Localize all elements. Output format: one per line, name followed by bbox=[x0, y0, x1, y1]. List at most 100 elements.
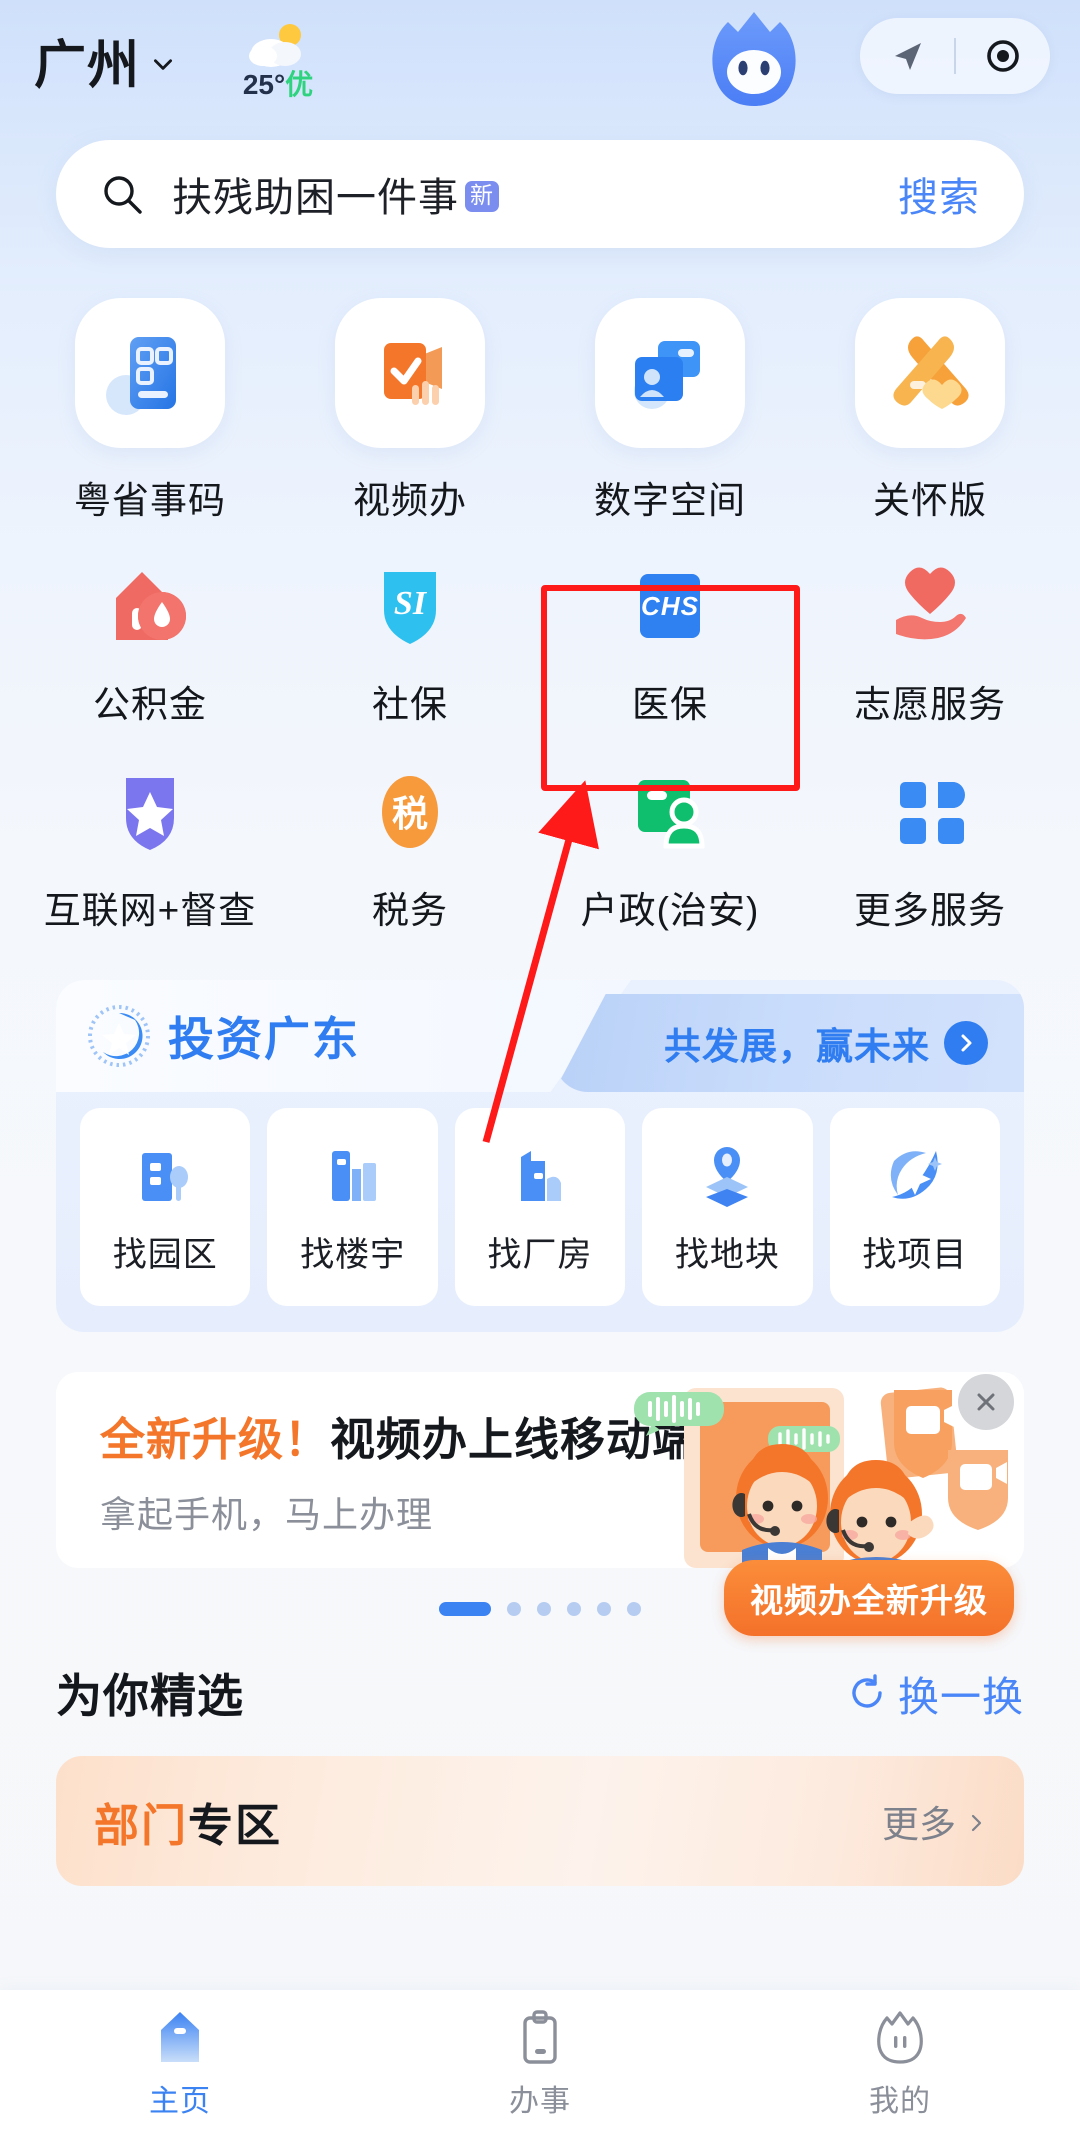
invest-item-xiangmu[interactable]: 找项目 bbox=[829, 1108, 1001, 1306]
weather-quality: 优 bbox=[285, 69, 314, 100]
quick-item-shebao[interactable]: SI 社保 bbox=[280, 558, 540, 728]
quick-item-shuzikongjian[interactable]: 数字空间 bbox=[540, 286, 800, 524]
search-new-badge: 新 bbox=[465, 181, 499, 212]
house-fund-icon bbox=[102, 558, 198, 654]
id-card-person-icon bbox=[622, 764, 718, 860]
navigate-arrow-icon[interactable] bbox=[860, 39, 954, 73]
quick-item-yueshengshima[interactable]: 粤省事码 bbox=[20, 286, 280, 524]
pagination-dot[interactable] bbox=[537, 1602, 551, 1616]
invest-item-label: 找地块 bbox=[674, 1235, 780, 1274]
invest-item-label: 找厂房 bbox=[487, 1235, 593, 1274]
digital-folder-icon bbox=[595, 298, 745, 448]
bottom-tabbar: 主页 办事 我的 bbox=[0, 1990, 1080, 2142]
tab-profile[interactable]: 我的 bbox=[720, 2008, 1080, 2120]
close-icon[interactable] bbox=[958, 1374, 1014, 1430]
tab-label: 主页 bbox=[149, 2085, 211, 2118]
land-pin-icon bbox=[690, 1139, 764, 1213]
quick-item-shipinban[interactable]: 视频办 bbox=[280, 286, 540, 524]
quick-item-label: 粤省事码 bbox=[74, 480, 226, 521]
quick-item-label: 数字空间 bbox=[594, 480, 746, 521]
invest-tagline-ribbon[interactable]: 共发展，赢未来 bbox=[554, 994, 1024, 1092]
tab-label: 我的 bbox=[869, 2085, 931, 2118]
quick-grid-row-1: 粤省事码 视频办 数字空间 关怀版 bbox=[20, 286, 1060, 524]
invest-item-changfang[interactable]: 找厂房 bbox=[454, 1108, 626, 1306]
invest-header: 投资广东 共发展，赢未来 bbox=[56, 980, 1024, 1092]
promo-floating-badge[interactable]: 视频办全新升级 bbox=[724, 1560, 1014, 1636]
chevron-down-icon bbox=[150, 51, 176, 77]
office-tower-icon bbox=[316, 1139, 390, 1213]
page-title: 为你精选 bbox=[56, 1670, 244, 1722]
record-target-icon[interactable] bbox=[956, 38, 1050, 74]
invest-tagline: 共发展，赢未来 bbox=[664, 1026, 930, 1067]
quick-item-yibao[interactable]: CHS 医保 bbox=[540, 558, 800, 728]
invest-item-label: 找项目 bbox=[862, 1235, 968, 1274]
grid-more-icon bbox=[882, 764, 978, 860]
invest-item-dikuai[interactable]: 找地块 bbox=[642, 1108, 813, 1306]
dept-more-label: 更多 bbox=[882, 1804, 956, 1845]
pagination-dot[interactable] bbox=[507, 1602, 521, 1616]
search-keyword: 扶残助困一件事 bbox=[172, 176, 459, 220]
quick-item-label: 公积金 bbox=[93, 684, 207, 725]
quick-item-label: 更多服务 bbox=[854, 890, 1006, 931]
dept-title-orange: 部门 bbox=[94, 1799, 189, 1851]
quick-item-shuiwu[interactable]: 税 税务 bbox=[280, 764, 540, 934]
quick-item-gongjijin[interactable]: 公积金 bbox=[20, 558, 280, 728]
quick-item-huzheng-zhian[interactable]: 户政(治安) bbox=[540, 764, 800, 934]
dept-zone-card[interactable]: 部门专区 更多 bbox=[56, 1756, 1024, 1886]
dept-more-button[interactable]: 更多 bbox=[882, 1794, 986, 1848]
clipboard-icon bbox=[511, 2008, 569, 2066]
quick-access-grid: 粤省事码 视频办 数字空间 关怀版 公积金 SI 社保 CHS 医保 志愿服务 … bbox=[0, 286, 1080, 934]
tax-coin-icon: 税 bbox=[362, 764, 458, 860]
chevron-right-icon bbox=[966, 1800, 986, 1842]
quick-item-gengduofuwu[interactable]: 更多服务 bbox=[800, 764, 1060, 934]
tab-services[interactable]: 办事 bbox=[360, 2008, 720, 2120]
search-button[interactable]: 搜索 bbox=[898, 165, 980, 223]
quick-item-label: 互联网+督查 bbox=[43, 890, 257, 931]
mascot-avatar-icon[interactable] bbox=[700, 6, 808, 114]
invest-brand[interactable]: 投资广东 bbox=[56, 980, 631, 1092]
search-bar[interactable]: 扶残助困一件事新 搜索 bbox=[56, 140, 1024, 248]
city-selector[interactable]: 广州 bbox=[34, 23, 176, 98]
quick-item-label: 税务 bbox=[372, 890, 448, 931]
promo-banner[interactable]: 全新升级！视频办上线移动端 拿起手机，马上办理 bbox=[56, 1372, 1024, 1568]
svg-text:CHS: CHS bbox=[641, 591, 699, 621]
invest-item-list: 找园区 找楼宇 找厂房 找地块 找项目 bbox=[56, 1108, 1024, 1306]
quick-item-hulianwang-ducha[interactable]: 互联网+督查 bbox=[20, 764, 280, 934]
quick-item-label: 社保 bbox=[372, 684, 448, 725]
pagination-dot-active[interactable] bbox=[439, 1602, 491, 1616]
invest-title: 投资广东 bbox=[168, 1013, 360, 1065]
weather-widget[interactable]: 25°优 bbox=[218, 21, 338, 99]
refresh-button[interactable]: 换一换 bbox=[848, 1663, 1024, 1723]
invest-item-yuanqu[interactable]: 找园区 bbox=[80, 1108, 251, 1306]
factory-icon bbox=[503, 1139, 577, 1213]
heart-hand-icon bbox=[882, 558, 978, 654]
pagination-dot[interactable] bbox=[567, 1602, 581, 1616]
svg-text:SI: SI bbox=[394, 585, 428, 622]
header-action-pill bbox=[860, 18, 1050, 94]
star-shield-icon bbox=[102, 764, 198, 860]
invest-item-label: 找园区 bbox=[112, 1235, 218, 1274]
app-header: 广州 25°优 bbox=[0, 0, 1080, 120]
quick-item-guanhuaiban[interactable]: 关怀版 bbox=[800, 286, 1060, 524]
search-icon bbox=[100, 172, 144, 216]
park-building-icon bbox=[128, 1139, 202, 1213]
pagination-dot[interactable] bbox=[597, 1602, 611, 1616]
promo-title-highlight: 全新升级！ bbox=[100, 1413, 331, 1465]
quick-item-label: 志愿服务 bbox=[854, 684, 1006, 725]
quick-item-label: 视频办 bbox=[353, 480, 467, 521]
quick-grid-row-3: 互联网+督查 税 税务 户政(治安) 更多服务 bbox=[20, 764, 1060, 934]
qr-card-icon bbox=[75, 298, 225, 448]
quick-item-label: 户政(治安) bbox=[580, 890, 760, 931]
quick-item-label: 医保 bbox=[632, 684, 708, 725]
refresh-label: 换一换 bbox=[898, 1674, 1024, 1720]
tab-home[interactable]: 主页 bbox=[0, 2008, 360, 2120]
refresh-icon bbox=[848, 1674, 886, 1712]
quick-item-zhiyuanfuwu[interactable]: 志愿服务 bbox=[800, 558, 1060, 728]
profile-mascot-icon bbox=[871, 2008, 929, 2066]
care-ribbon-icon bbox=[855, 298, 1005, 448]
home-icon bbox=[151, 2008, 209, 2066]
pagination-dot[interactable] bbox=[627, 1602, 641, 1616]
invest-swirl-icon bbox=[88, 1005, 150, 1067]
invest-item-louyu[interactable]: 找楼宇 bbox=[267, 1108, 438, 1306]
search-input[interactable]: 扶残助困一件事新 bbox=[172, 165, 499, 223]
